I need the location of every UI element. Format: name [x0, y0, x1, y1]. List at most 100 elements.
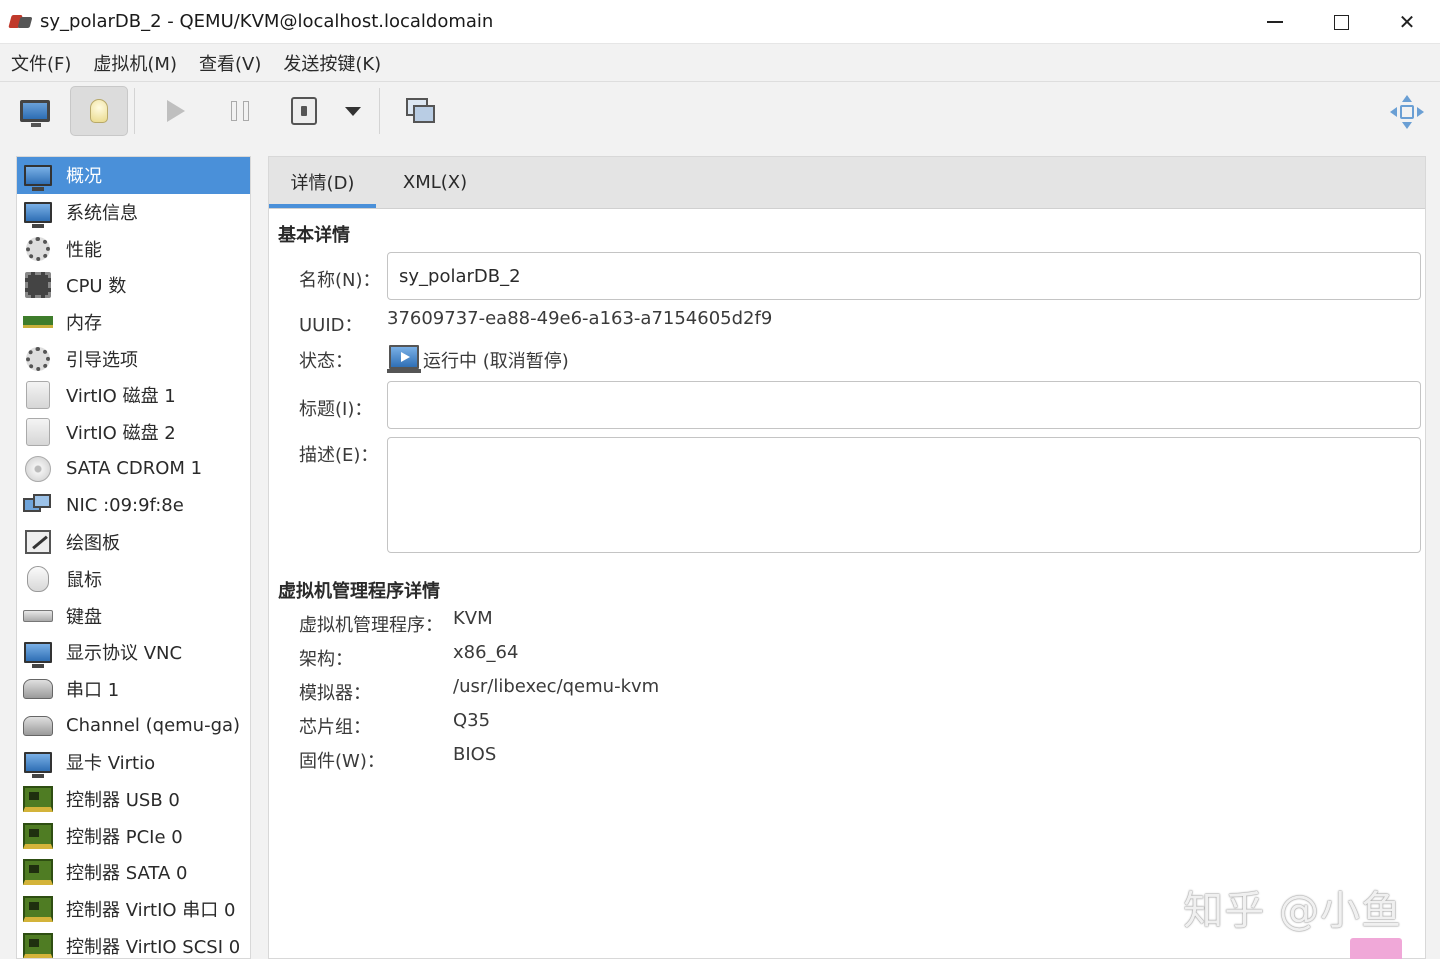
monitor-icon: [23, 638, 53, 668]
show-details-button[interactable]: [70, 86, 128, 136]
tab-xml[interactable]: XML(X): [376, 156, 494, 208]
maximize-button[interactable]: [1308, 0, 1374, 44]
close-button[interactable]: ✕: [1374, 0, 1440, 44]
pause-button[interactable]: [211, 86, 269, 136]
architecture-label: 架构：: [299, 649, 353, 670]
sidebar-item-keyboard[interactable]: 键盘: [17, 597, 250, 634]
cdrom-icon: [23, 455, 53, 483]
monitor-icon: [23, 161, 53, 191]
sidebar-item-overview[interactable]: 概况: [17, 157, 250, 194]
firmware-value: BIOS: [453, 744, 497, 765]
sidebar-item-os-info[interactable]: 系统信息: [17, 194, 250, 231]
tab-details[interactable]: 详情(D): [269, 156, 376, 208]
pci-card-icon: [23, 932, 53, 958]
sidebar-item-label: NIC :09:9f:8e: [66, 495, 184, 517]
disk-icon: [23, 381, 53, 410]
minimize-button[interactable]: [1242, 0, 1308, 44]
sidebar-item-label: VirtIO 磁盘 2: [66, 423, 176, 445]
sidebar-item-virtio-disk-2[interactable]: VirtIO 磁盘 2: [17, 414, 250, 451]
pci-card-icon: [23, 858, 53, 886]
sidebar-item-tablet[interactable]: 绘图板: [17, 524, 250, 561]
run-button[interactable]: [147, 86, 205, 136]
emulator-value: /usr/libexec/qemu-kvm: [453, 676, 660, 697]
sidebar-item-label: 绘图板: [66, 533, 120, 555]
sidebar-item-controller-virtio-scsi[interactable]: 控制器 VirtIO SCSI 0: [17, 927, 250, 958]
caret-down-icon: [345, 106, 361, 116]
toolbar-separator: [379, 88, 380, 134]
pci-card-icon: [23, 895, 53, 923]
clone-icon: [406, 98, 436, 124]
tab-bar: 详情(D) XML(X): [269, 157, 1425, 209]
sidebar-item-display-vnc[interactable]: 显示协议 VNC: [17, 634, 250, 671]
window-title: sy_polarDB_2 - QEMU/KVM@localhost.locald…: [40, 11, 494, 32]
details-panel: 详情(D) XML(X) 基本详情 名称(N)： UUID： 37609737-…: [268, 156, 1426, 959]
corner-tag: [1350, 938, 1402, 959]
ram-icon: [23, 308, 53, 336]
menu-vm[interactable]: 虚拟机(M): [82, 50, 188, 76]
chipset-label: 芯片组：: [299, 717, 371, 738]
menu-bar: 文件(F) 虚拟机(M) 查看(V) 发送按键(K): [0, 44, 1440, 82]
state-label: 状态：: [299, 351, 353, 372]
sidebar-item-video-virtio[interactable]: 显卡 Virtio: [17, 744, 250, 781]
sidebar-item-boot-options[interactable]: 引导选项: [17, 340, 250, 377]
pci-card-icon: [23, 785, 53, 813]
virt-manager-logo-icon: [8, 13, 34, 31]
sidebar-item-label: Channel (qemu-ga): [66, 715, 241, 737]
sidebar-item-performance[interactable]: 性能: [17, 230, 250, 267]
sidebar-item-label: 概况: [66, 166, 102, 188]
hypervisor-details-heading: 虚拟机管理程序详情: [278, 581, 440, 602]
menu-view[interactable]: 查看(V): [188, 50, 272, 76]
gears-icon: [23, 345, 53, 373]
menu-send-key[interactable]: 发送按键(K): [272, 50, 392, 76]
name-input[interactable]: [387, 252, 1421, 300]
hardware-list: 概况 系统信息 性能 CPU 数 内存 引导选项 VirtIO 磁盘 1 Vir…: [16, 156, 251, 959]
pause-icon: [231, 101, 249, 121]
toolbar-separator: [134, 88, 135, 134]
title-bar: sy_polarDB_2 - QEMU/KVM@localhost.locald…: [0, 0, 1440, 44]
sidebar-item-controller-usb[interactable]: 控制器 USB 0: [17, 781, 250, 818]
running-state-icon: [387, 345, 421, 373]
shutdown-menu-button[interactable]: [333, 86, 373, 136]
sidebar-item-channel-qemu-ga[interactable]: Channel (qemu-ga): [17, 707, 250, 744]
serial-icon: [23, 712, 53, 740]
sidebar-item-controller-sata[interactable]: 控制器 SATA 0: [17, 854, 250, 891]
serial-icon: [23, 675, 53, 703]
play-icon: [167, 100, 185, 122]
hypervisor-value: KVM: [453, 608, 493, 629]
sidebar-item-label: SATA CDROM 1: [66, 458, 203, 480]
maximize-icon: [1333, 14, 1349, 30]
sidebar-item-memory[interactable]: 内存: [17, 304, 250, 341]
mouse-icon: [23, 565, 53, 593]
tablet-icon: [23, 528, 53, 556]
sidebar-item-serial-1[interactable]: 串口 1: [17, 671, 250, 708]
sidebar-item-label: 性能: [66, 239, 102, 261]
basic-details-heading: 基本详情: [278, 225, 350, 246]
sidebar-item-label: 显卡 Virtio: [66, 753, 156, 775]
fullscreen-icon[interactable]: [1390, 95, 1424, 129]
bulb-icon: [90, 99, 108, 123]
sidebar-item-sata-cdrom[interactable]: SATA CDROM 1: [17, 451, 250, 488]
shutdown-button[interactable]: [275, 86, 333, 136]
snapshots-button[interactable]: [392, 86, 450, 136]
sidebar-item-label: VirtIO 磁盘 1: [66, 386, 176, 408]
sidebar-item-label: 系统信息: [66, 203, 138, 225]
uuid-label: UUID：: [299, 315, 363, 336]
description-textarea[interactable]: [387, 437, 1421, 553]
sidebar-item-nic[interactable]: NIC :09:9f:8e: [17, 487, 250, 524]
sidebar-item-controller-pcie[interactable]: 控制器 PCIe 0: [17, 817, 250, 854]
title-input[interactable]: [387, 381, 1421, 429]
show-console-button[interactable]: [6, 86, 64, 136]
sidebar-item-cpus[interactable]: CPU 数: [17, 267, 250, 304]
sidebar-item-controller-virtio-serial[interactable]: 控制器 VirtIO 串口 0: [17, 891, 250, 928]
sidebar-item-virtio-disk-1[interactable]: VirtIO 磁盘 1: [17, 377, 250, 414]
sidebar-item-label: 鼠标: [66, 569, 102, 591]
state-value: 运行中 (取消暂停): [423, 351, 569, 372]
sidebar-item-label: 串口 1: [66, 679, 120, 701]
description-label: 描述(E)：: [299, 445, 379, 466]
sidebar-item-mouse[interactable]: 鼠标: [17, 561, 250, 598]
firmware-label: 固件(W)：: [299, 751, 385, 772]
menu-file[interactable]: 文件(F): [0, 50, 82, 76]
gears-icon: [23, 235, 53, 263]
chip-icon: [23, 271, 53, 299]
chipset-value: Q35: [453, 710, 491, 731]
